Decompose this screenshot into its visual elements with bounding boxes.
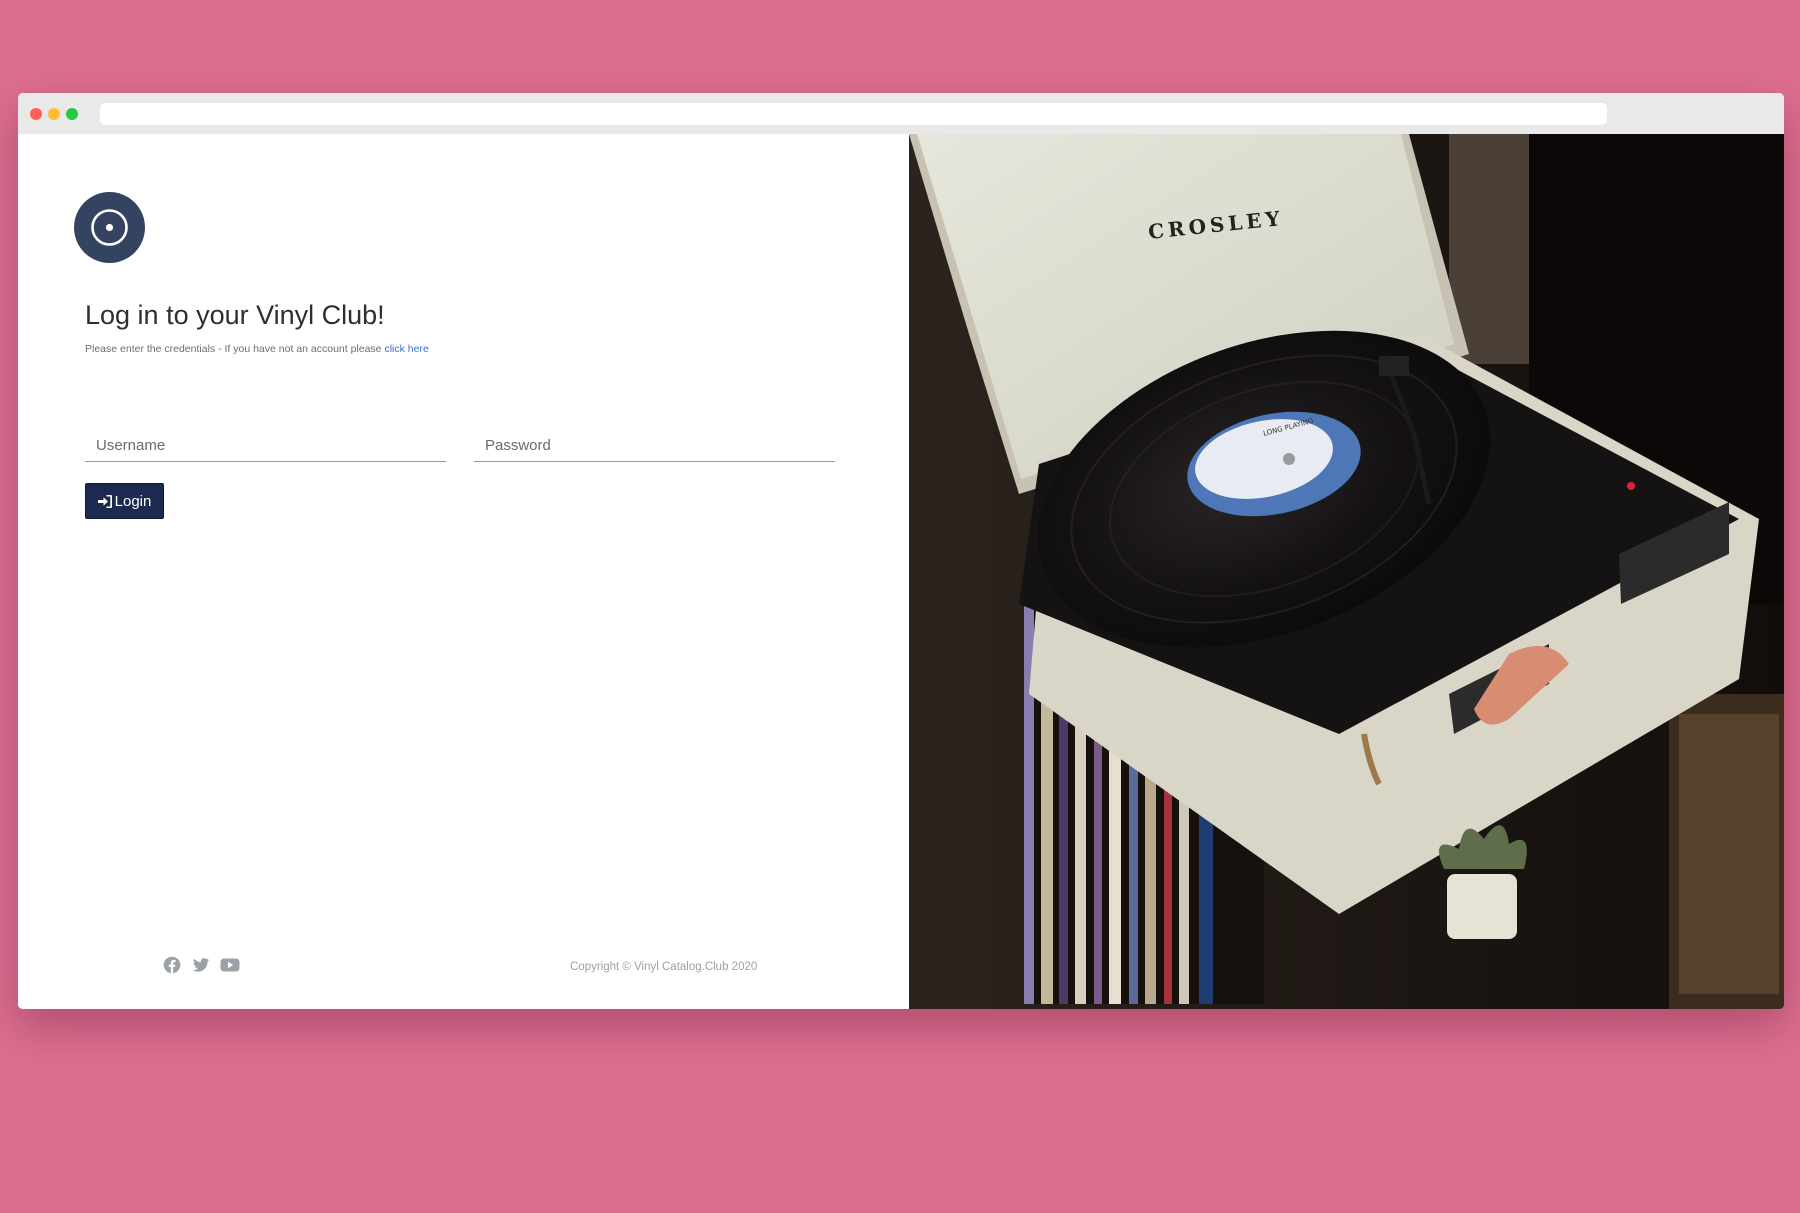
minimize-window-button[interactable] <box>48 108 60 120</box>
login-panel: Log in to your Vinyl Club! Please enter … <box>18 134 909 1009</box>
vinyl-record-icon <box>91 209 128 246</box>
instructions-text: Please enter the credentials - If you ha… <box>85 343 382 355</box>
password-input[interactable] <box>474 430 835 462</box>
site-logo <box>74 192 145 263</box>
turntable-photo: CROSLEY LONG PLAYING <box>909 134 1784 1009</box>
twitter-icon[interactable] <box>192 956 210 974</box>
turntable-illustration: CROSLEY LONG PLAYING <box>909 134 1784 1009</box>
sign-in-icon <box>97 494 112 508</box>
youtube-icon[interactable] <box>220 956 240 974</box>
username-input[interactable] <box>85 430 446 462</box>
browser-window: Log in to your Vinyl Club! Please enter … <box>18 93 1784 1009</box>
close-window-button[interactable] <box>30 108 42 120</box>
browser-toolbar <box>18 93 1784 134</box>
facebook-icon[interactable] <box>163 956 181 974</box>
maximize-window-button[interactable] <box>66 108 78 120</box>
page-title: Log in to your Vinyl Club! <box>85 300 385 330</box>
copyright-text: Copyright © Vinyl Catalog.Club 2020 <box>570 961 758 973</box>
login-button[interactable]: Login <box>85 483 164 519</box>
address-bar[interactable] <box>100 103 1607 125</box>
login-instructions: Please enter the credentials - If you ha… <box>85 343 429 355</box>
signup-link[interactable]: click here <box>384 343 428 355</box>
login-button-label: Login <box>114 492 152 510</box>
